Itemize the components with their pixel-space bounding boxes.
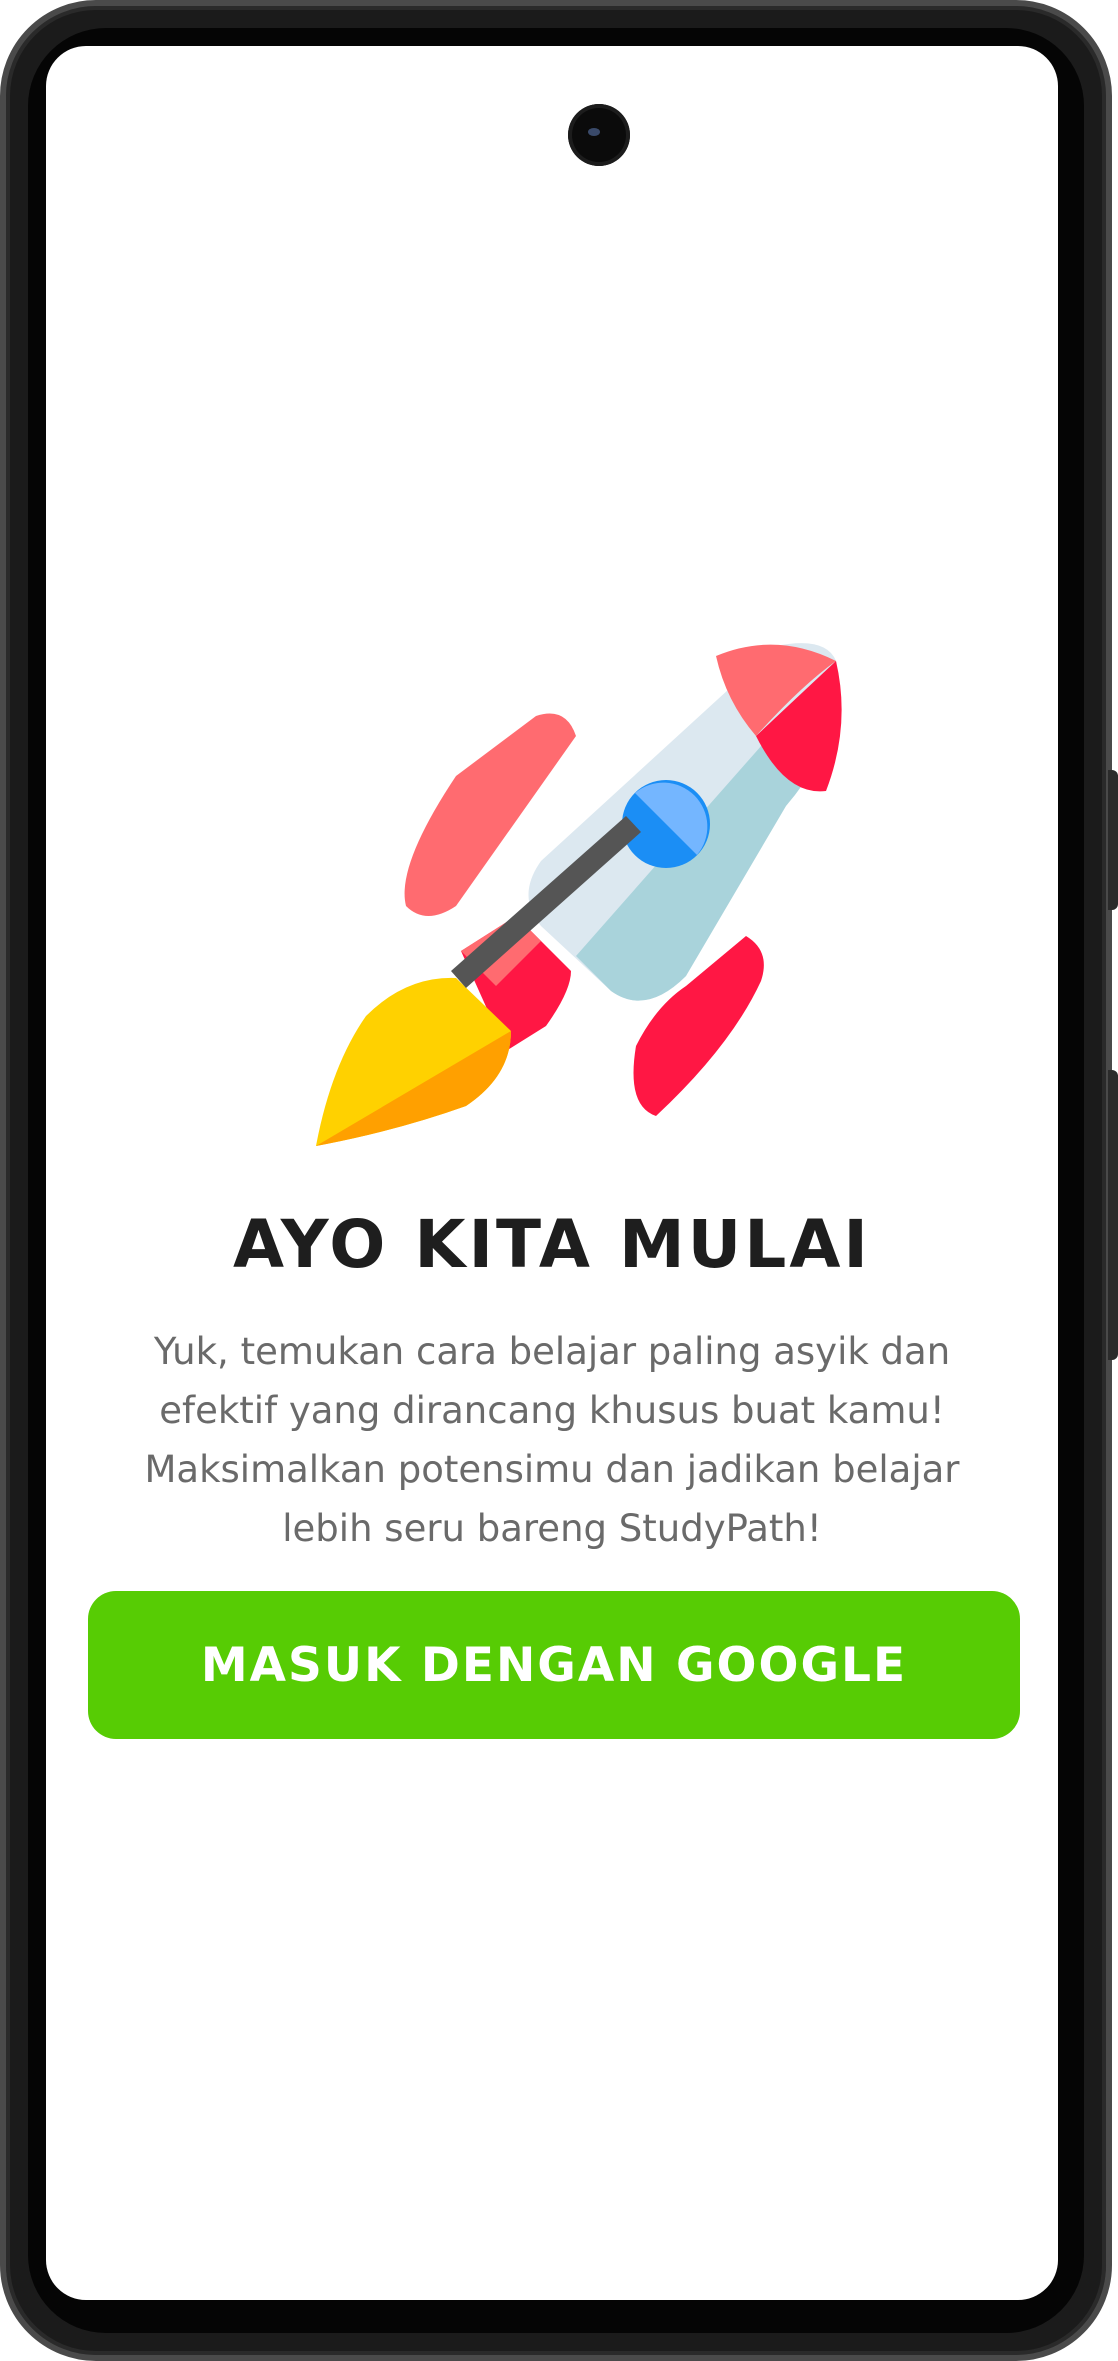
intro-description: Yuk, temukan cara belajar paling asyik d… bbox=[144, 1330, 960, 1550]
front-camera bbox=[568, 104, 630, 166]
app-screen: AYO KITA MULAI Yuk, temukan cara belajar… bbox=[46, 46, 1058, 2300]
power-button bbox=[1108, 1070, 1118, 1360]
rocket-icon bbox=[316, 643, 842, 1146]
google-login-button[interactable]: MASUK DENGAN GOOGLE bbox=[88, 1591, 1020, 1739]
google-login-button-label: MASUK DENGAN GOOGLE bbox=[200, 1637, 908, 1693]
page-title: AYO KITA MULAI bbox=[233, 1206, 871, 1283]
volume-button bbox=[1108, 770, 1118, 910]
